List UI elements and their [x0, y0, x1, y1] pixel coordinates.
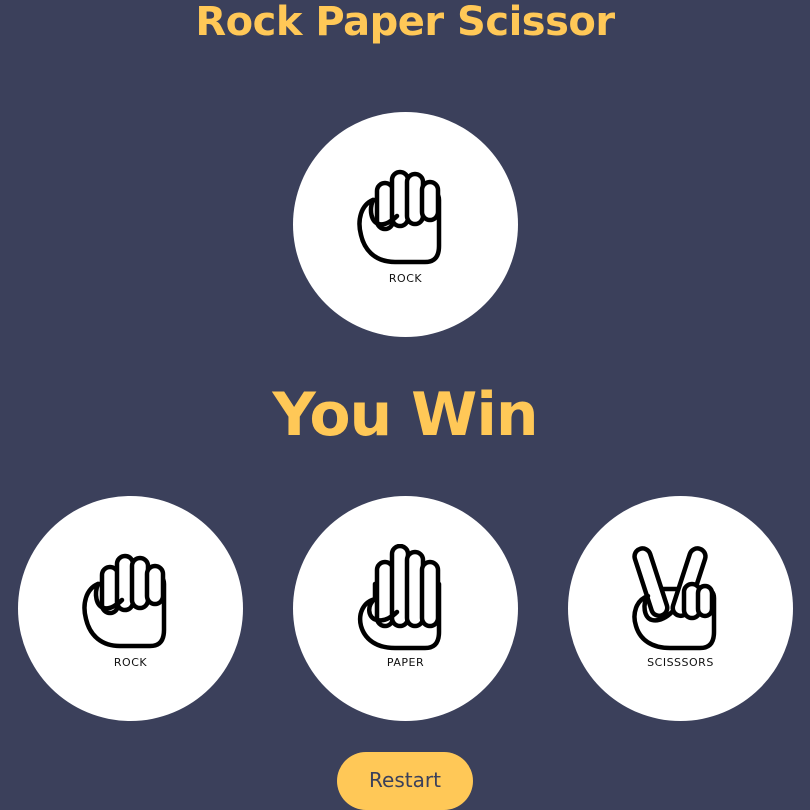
scissors-choice-button[interactable]: SCISSSORS: [568, 496, 793, 721]
paper-choice-label: PAPER: [386, 656, 425, 669]
restart-button[interactable]: Restart: [337, 752, 473, 810]
computer-choice-label: ROCK: [388, 272, 423, 285]
peace-hand-icon: [632, 546, 717, 651]
game-title: Rock Paper Scissor: [195, 0, 615, 45]
rock-choice-label: ROCK: [113, 656, 148, 669]
paper-choice-button[interactable]: PAPER: [293, 496, 518, 721]
open-hand-icon: [357, 544, 442, 651]
fist-icon: [357, 169, 442, 265]
fist-icon: [82, 553, 167, 649]
rock-choice-button[interactable]: ROCK: [18, 496, 243, 721]
scissors-choice-label: SCISSSORS: [647, 656, 714, 669]
result-text: You Win: [272, 380, 538, 450]
computer-choice-display: ROCK: [293, 112, 518, 337]
